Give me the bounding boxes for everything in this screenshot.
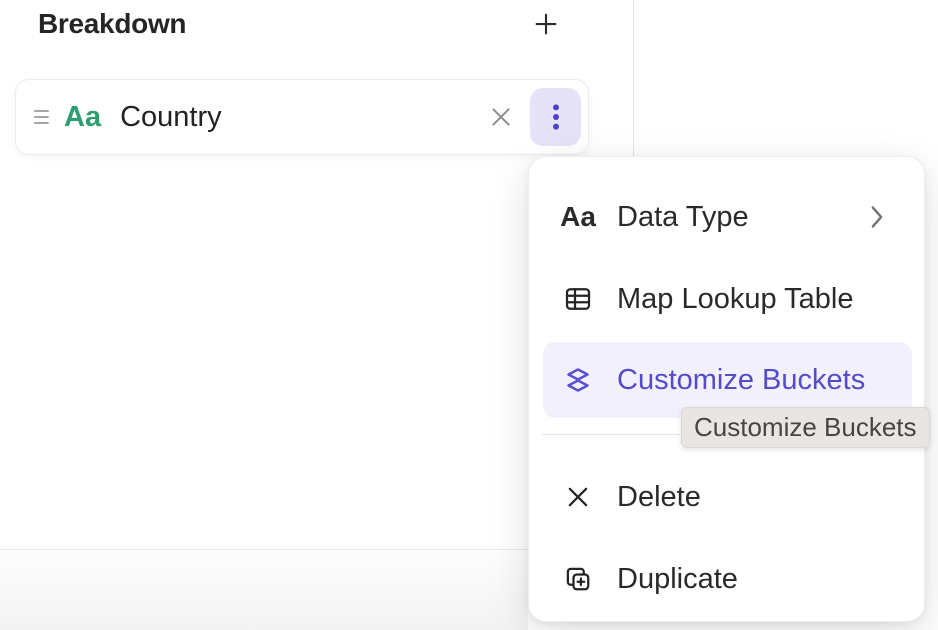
field-options-button[interactable] — [530, 88, 581, 146]
field-name-label: Country — [120, 103, 222, 132]
menu-item-map-lookup-table[interactable]: Map Lookup Table — [543, 261, 912, 337]
x-icon — [563, 482, 593, 512]
drag-handle-icon[interactable] — [34, 107, 51, 127]
kebab-menu-icon — [543, 102, 569, 132]
customize-buckets-tooltip: Customize Buckets — [681, 407, 930, 448]
chevron-right-icon — [868, 204, 886, 230]
copy-plus-icon — [563, 564, 593, 594]
data-type-text-icon: Aa — [64, 103, 101, 132]
breakdown-panel: Breakdown Aa Country — [0, 0, 938, 630]
menu-item-label: Delete — [617, 483, 701, 512]
menu-item-duplicate[interactable]: Duplicate — [543, 541, 912, 617]
menu-item-label: Duplicate — [617, 565, 738, 594]
menu-item-label: Data Type — [617, 203, 749, 232]
plus-icon — [531, 9, 561, 39]
remove-field-button[interactable] — [484, 100, 518, 134]
breakdown-field-card: Aa Country — [15, 79, 589, 155]
add-breakdown-button[interactable] — [529, 7, 563, 41]
menu-item-delete[interactable]: Delete — [543, 459, 912, 535]
footer-area — [0, 550, 528, 630]
close-icon — [487, 103, 515, 131]
panel-divider — [633, 0, 634, 157]
page-title: Breakdown — [38, 8, 186, 40]
menu-item-data-type[interactable]: Aa Data Type — [543, 179, 912, 255]
menu-item-label: Customize Buckets — [617, 366, 865, 395]
stack-layers-icon — [563, 365, 593, 395]
menu-item-label: Map Lookup Table — [617, 285, 853, 314]
field-options-menu: Aa Data Type Map Lookup Table — [528, 156, 925, 622]
aa-text-icon: Aa — [563, 202, 593, 232]
table-icon — [563, 284, 593, 314]
